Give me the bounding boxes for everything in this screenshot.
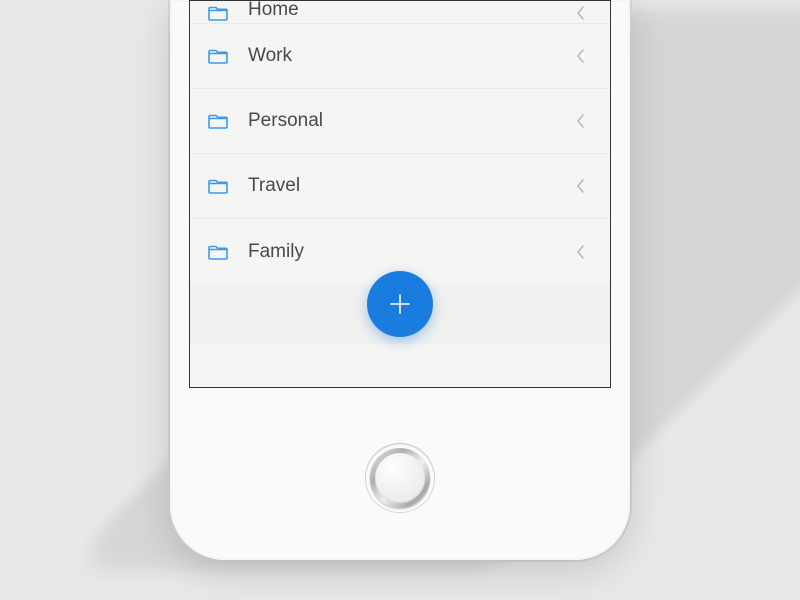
list-item-label: Work <box>248 45 292 67</box>
chevron-left-icon <box>576 5 588 21</box>
chevron-left-icon <box>576 178 588 194</box>
add-button[interactable] <box>367 271 433 337</box>
list-item[interactable]: Travel <box>190 154 610 219</box>
folder-icon <box>208 5 230 21</box>
list-item[interactable]: Personal <box>190 89 610 154</box>
folder-icon <box>208 113 230 129</box>
folder-icon <box>208 244 230 260</box>
screen: Home Work <box>189 0 611 388</box>
home-button[interactable] <box>365 443 435 513</box>
chevron-left-icon <box>576 48 588 64</box>
list-item-label: Personal <box>248 110 323 132</box>
list-item-label: Home <box>248 0 299 21</box>
list-item[interactable]: Work <box>190 24 610 89</box>
folder-icon <box>208 178 230 194</box>
phone-frame: Home Work <box>170 0 630 560</box>
chevron-left-icon <box>576 244 588 260</box>
plus-icon <box>387 291 413 317</box>
home-button-ring <box>370 448 430 508</box>
chevron-left-icon <box>576 113 588 129</box>
folder-icon <box>208 48 230 64</box>
list-item[interactable]: Home <box>190 1 610 24</box>
list-item-label: Family <box>248 241 304 263</box>
list-item-label: Travel <box>248 175 300 197</box>
